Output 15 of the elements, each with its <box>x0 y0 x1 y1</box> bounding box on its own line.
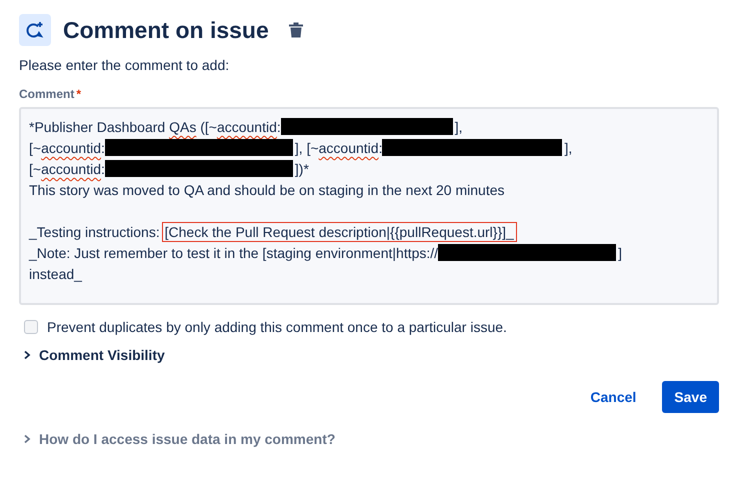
chevron-icon <box>23 350 31 360</box>
instruction-text: Please enter the comment to add: <box>19 57 230 73</box>
comment-add-icon <box>19 14 51 46</box>
checkbox-label: Prevent duplicates by only adding this comment once to a particular issue. <box>47 319 507 335</box>
save-button[interactable]: Save <box>662 381 719 413</box>
help-toggle[interactable]: How do I access issue data in my comment? <box>39 431 336 447</box>
required-mark: * <box>76 87 82 101</box>
visibility-toggle[interactable]: Comment Visibility <box>39 347 165 363</box>
cancel-button[interactable]: Cancel <box>578 381 648 413</box>
field-label: Comment <box>19 87 74 101</box>
comment-input-field[interactable]: *Publisher Dashboard QAs ([~accountid: ], [~accountid: ], [~accountid: ], [~accountid: ])* This story was moved to QA and should be on staging in the next 20 minutes _Testing instructions: [Check the Pull Request description|{{pullRequest.url}}]_ _Note: Just remember to test it in the [staging environment|https:// ] instead_ <box>19 107 719 305</box>
page-title: Comment on issue <box>63 16 269 44</box>
trash-icon[interactable] <box>288 22 303 38</box>
checkbox[interactable] <box>24 320 38 334</box>
chevron-icon <box>23 434 31 444</box>
